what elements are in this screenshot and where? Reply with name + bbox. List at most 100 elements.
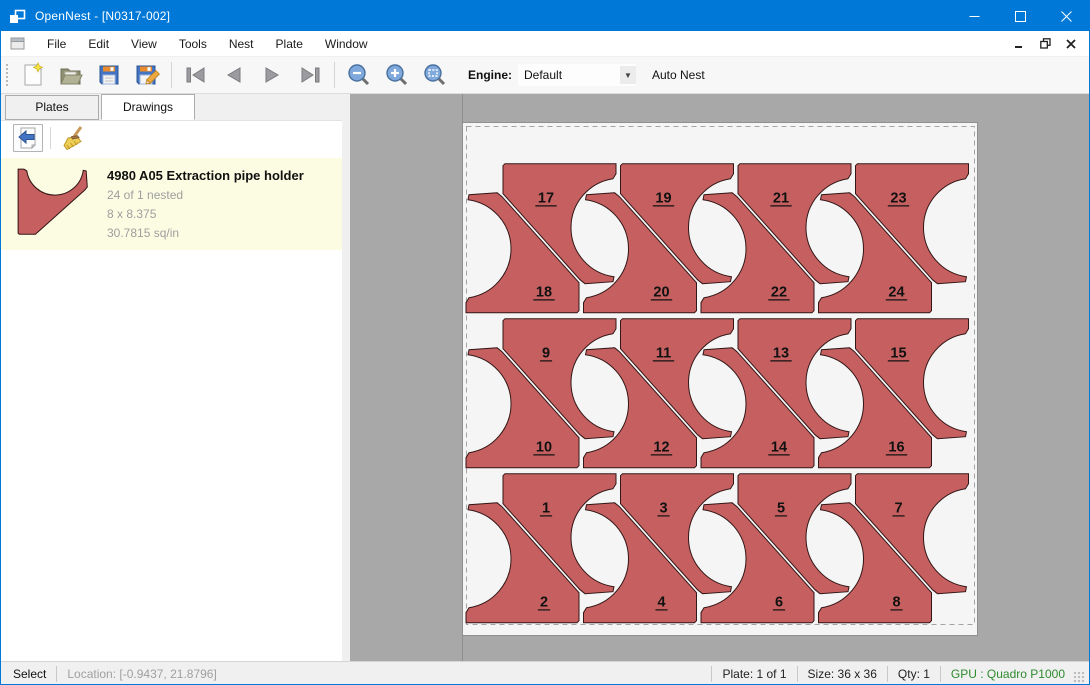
part-number-label: 6 [775,595,783,611]
minimize-icon [969,11,980,22]
zoom-fit-button[interactable] [416,59,454,91]
plate-edge-line [462,94,463,122]
engine-label: Engine: [468,68,512,82]
menu-item-edit[interactable]: Edit [77,33,120,55]
window-title: OpenNest - [N0317-002] [35,9,170,23]
zoom-in-icon [384,62,410,88]
mdi-minimize-button[interactable] [1011,36,1027,52]
content-area: Plates Drawings [1,94,1089,661]
save-button[interactable] [90,59,128,91]
drawing-item-info: 4980 A05 Extraction pipe holder 24 of 1 … [107,166,304,240]
mdi-close-button[interactable] [1063,36,1079,52]
drawing-item-size: 8 x 8.375 [107,207,304,221]
clean-button[interactable] [58,124,88,152]
part-number-label: 21 [773,191,789,207]
nav-next-icon [259,62,285,88]
nest-canvas[interactable]: 171819202122232491011121314151612345678 [350,94,1089,661]
auto-nest-button[interactable]: Auto Nest [652,68,705,82]
toolbar-grip[interactable] [5,63,10,87]
main-toolbar: Engine: Default ▼ Auto Nest [1,57,1089,94]
first-plate-button[interactable] [177,59,215,91]
close-button[interactable] [1043,1,1089,31]
menu-item-view[interactable]: View [120,33,168,55]
panel-toolbar-separator [50,127,51,149]
part-number-label: 11 [656,346,671,362]
part-number-label: 4 [657,595,665,611]
drawing-list-item[interactable]: 4980 A05 Extraction pipe holder 24 of 1 … [1,158,342,250]
mdi-minimize-icon [1014,39,1024,49]
part-number-label: 8 [892,595,900,611]
zoom-out-button[interactable] [340,59,378,91]
resize-grip[interactable] [1073,671,1085,683]
drawings-panel: 4980 A05 Extraction pipe holder 24 of 1 … [1,120,342,661]
new-button[interactable] [14,59,52,91]
part-number-label: 12 [653,440,669,456]
drawings-toolbar [1,121,342,155]
mdi-restore-button[interactable] [1037,36,1053,52]
tab-drawings[interactable]: Drawings [101,94,195,120]
statusbar-separator [56,666,57,682]
drawing-item-title: 4980 A05 Extraction pipe holder [107,166,304,183]
zoom-fit-icon [422,62,448,88]
plate[interactable]: 171819202122232491011121314151612345678 [462,122,978,639]
part-number-label: 24 [888,285,904,301]
tab-plates[interactable]: Plates [5,95,99,120]
mdi-close-icon [1066,39,1076,49]
statusbar-separator [887,666,888,682]
maximize-button[interactable] [997,1,1043,31]
part-number-label: 10 [536,440,552,456]
maximize-icon [1015,11,1026,22]
save-as-button[interactable] [128,59,166,91]
engine-select[interactable]: Default ▼ [518,64,636,86]
statusbar-separator [940,666,941,682]
last-plate-button[interactable] [291,59,329,91]
zoom-out-icon [346,62,372,88]
menu-item-nest[interactable]: Nest [218,33,265,55]
toolbar-separator [171,62,172,88]
part-number-label: 13 [773,346,789,362]
opennest-window: OpenNest - [N0317-002] FileEditViewTools… [0,0,1090,685]
part-thumbnail [15,168,91,240]
import-drawings-button[interactable] [13,124,43,152]
part-number-label: 16 [888,440,904,456]
status-size: Size: 36 x 36 [808,667,877,681]
menu-item-window[interactable]: Window [314,33,379,55]
close-icon [1061,11,1072,22]
toolbar-separator [334,62,335,88]
nav-first-icon [183,62,209,88]
statusbar-separator [797,666,798,682]
mdi-child-system-icon[interactable] [10,37,26,51]
open-button[interactable] [52,59,90,91]
status-location: Location: [-0.9437, 21.8796] [67,667,216,681]
previous-plate-button[interactable] [215,59,253,91]
nav-last-icon [297,62,323,88]
menu-item-tools[interactable]: Tools [168,33,218,55]
part-number-label: 14 [771,440,787,456]
drawing-item-area: 30.7815 sq/in [107,226,304,240]
save-as-icon [134,62,160,88]
status-mode: Select [13,667,46,681]
statusbar-right: Plate: 1 of 1 Size: 36 x 36 Qty: 1 GPU :… [701,665,1089,683]
title-bar: OpenNest - [N0317-002] [1,1,1089,31]
status-bar: Select Location: [-0.9437, 21.8796] Plat… [1,661,1089,685]
status-qty: Qty: 1 [898,667,930,681]
zoom-in-button[interactable] [378,59,416,91]
part-number-label: 23 [890,191,906,207]
menu-item-file[interactable]: File [36,33,77,55]
status-gpu: GPU : Quadro P1000 [951,667,1065,681]
part-number-label: 9 [542,346,550,362]
save-icon [96,62,122,88]
plate-edge-line [462,636,463,661]
mdi-restore-icon [1040,38,1051,49]
panel-tabs: Plates Drawings [1,94,350,120]
part-number-label: 15 [890,346,906,362]
mdi-window-controls [1011,36,1089,52]
part-number-label: 20 [653,285,669,301]
minimize-button[interactable] [951,1,997,31]
open-folder-icon [58,62,84,88]
new-file-icon [20,62,46,88]
status-plate: Plate: 1 of 1 [722,667,786,681]
next-plate-button[interactable] [253,59,291,91]
menu-item-plate[interactable]: Plate [265,33,314,55]
part-number-label: 3 [659,501,667,517]
